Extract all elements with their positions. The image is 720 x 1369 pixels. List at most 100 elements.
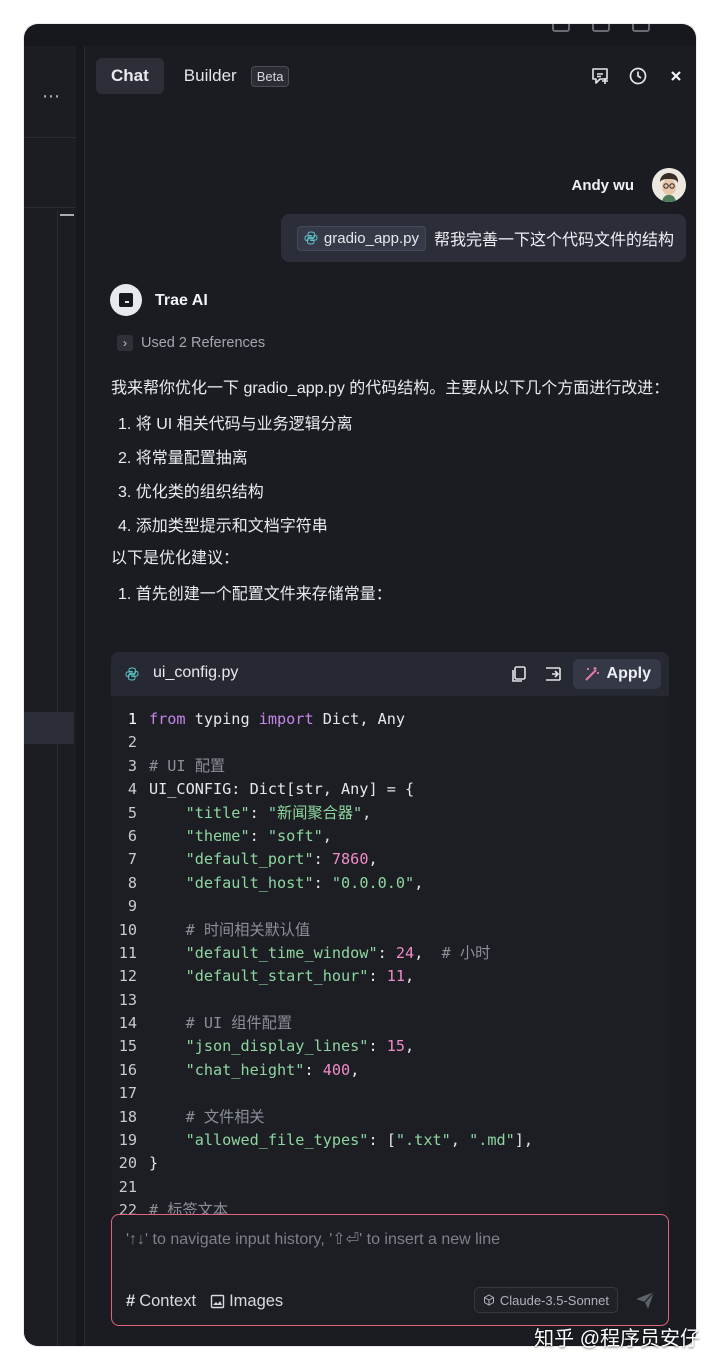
code-line: 17 xyxy=(111,1082,669,1105)
line-number: 3 xyxy=(127,756,137,775)
assistant-name: Trae AI xyxy=(155,292,208,309)
close-icon[interactable] xyxy=(666,66,686,86)
code-line: 21 xyxy=(111,1176,669,1199)
code-editor[interactable]: 1 from typing import Dict, Any 2 3 # UI 配置… xyxy=(111,696,669,1224)
list-item: 1. 将 UI 相关代码与业务逻辑分离 xyxy=(118,416,353,433)
line-number: 6 xyxy=(127,826,137,845)
python-file-icon xyxy=(125,667,139,681)
user-message-text: 帮我完善一下这个代码文件的结构 xyxy=(433,232,674,249)
code-line: 9 xyxy=(111,895,669,918)
user-avatar xyxy=(652,168,686,202)
history-icon[interactable] xyxy=(628,66,648,86)
tab-chat[interactable]: Chat xyxy=(96,58,164,94)
sidebar-icon[interactable] xyxy=(632,24,650,32)
code-line: 11 "default_time_window": 24, # 小时 xyxy=(111,942,669,965)
code-line: 19 "allowed_file_types": [".txt", ".md"]… xyxy=(111,1129,669,1152)
hash-icon: # xyxy=(126,1292,136,1310)
code-line: 3 # UI 配置 xyxy=(111,755,669,778)
code-line: 20} xyxy=(111,1152,669,1175)
editor-strip: ⋯ xyxy=(24,46,76,1346)
more-icon[interactable]: ⋯ xyxy=(42,86,61,107)
code-line: 7 "default_port": 7860, xyxy=(111,848,669,871)
line-number: 8 xyxy=(127,873,137,892)
assistant-answer: 我来帮你优化一下 gradio_app.py 的代码结构。主要从以下几个方面进行… xyxy=(111,374,671,612)
chat-panel: Chat Builder Beta Andy wu gradio_app.py … xyxy=(84,46,696,1346)
line-number: 12 xyxy=(118,967,137,986)
editor-divider xyxy=(57,210,58,1346)
tab-builder-label: Builder xyxy=(183,66,237,85)
suggestion-title: 以下是优化建议： xyxy=(111,550,240,567)
line-number: 4 xyxy=(127,780,137,799)
apply-label: Apply xyxy=(606,665,651,682)
line-number: 9 xyxy=(127,897,137,916)
insert-icon[interactable] xyxy=(543,664,563,689)
line-number: 19 xyxy=(118,1131,137,1150)
code-line: 15 "json_display_lines": 15, xyxy=(111,1035,669,1058)
line-number: 5 xyxy=(127,803,137,822)
copy-icon[interactable] xyxy=(509,664,529,689)
beta-badge: Beta xyxy=(250,65,290,87)
new-chat-icon[interactable] xyxy=(590,66,610,86)
code-line: 10 # 时间相关默认值 xyxy=(111,919,669,942)
code-line: 14 # UI 组件配置 xyxy=(111,1012,669,1035)
editor-toolbar xyxy=(24,138,76,208)
code-line: 16 "chat_height": 400, xyxy=(111,1059,669,1082)
send-icon[interactable] xyxy=(634,1289,656,1311)
list-item: 2. 将常量配置抽离 xyxy=(118,450,248,467)
code-line: 4 UI_CONFIG: Dict[str, Any] = { xyxy=(111,778,669,801)
python-file-icon xyxy=(304,231,318,245)
line-number: 17 xyxy=(118,1084,137,1103)
code-block: ui_config.py Apply 1 from typing import D… xyxy=(111,652,669,1224)
line-number: 11 xyxy=(118,943,137,962)
file-chip[interactable]: gradio_app.py xyxy=(296,225,426,251)
line-number: 15 xyxy=(118,1037,137,1056)
step-list: 1. 首先创建一个配置文件来存储常量： xyxy=(111,578,671,612)
apply-button[interactable]: Apply xyxy=(572,659,661,689)
collapse-icon[interactable] xyxy=(60,214,74,216)
code-block-header: ui_config.py Apply xyxy=(111,652,669,696)
line-number: 20 xyxy=(118,1154,137,1173)
model-label: Claude-3.5-Sonnet xyxy=(499,1292,609,1308)
line-number: 7 xyxy=(127,850,137,869)
chat-input[interactable]: '↑↓' to navigate input history, '⇧⏎' to … xyxy=(111,1214,669,1326)
code-line: 12 "default_start_hour": 11, xyxy=(111,965,669,988)
magic-wand-icon xyxy=(584,667,599,681)
chevron-right-icon: › xyxy=(117,335,133,351)
image-icon xyxy=(210,1294,225,1309)
code-line: 1 from typing import Dict, Any xyxy=(111,708,669,731)
app-window: ⋯ Chat Builder Beta Andy wu gradio_app.p… xyxy=(24,24,696,1346)
titlebar-icons xyxy=(552,24,650,32)
improvement-list: 1. 将 UI 相关代码与业务逻辑分离 2. 将常量配置抽离 3. 优化类的组织… xyxy=(111,408,671,544)
line-number: 2 xyxy=(127,733,137,752)
context-button[interactable]: # Context xyxy=(126,1292,196,1311)
code-line: 5 "title": "新闻聚合器", xyxy=(111,802,669,825)
answer-intro: 我来帮你优化一下 gradio_app.py 的代码结构。主要从以下几个方面进行… xyxy=(111,380,670,397)
line-number: 16 xyxy=(118,1060,137,1079)
model-selector[interactable]: Claude-3.5-Sonnet xyxy=(473,1287,618,1313)
images-button[interactable]: Images xyxy=(210,1292,283,1311)
user-name: Andy wu xyxy=(571,177,635,194)
selected-line xyxy=(24,712,74,744)
code-line: 18 # 文件相关 xyxy=(111,1106,669,1129)
panel-icon[interactable] xyxy=(592,24,610,32)
list-item: 1. 首先创建一个配置文件来存储常量： xyxy=(118,586,392,603)
line-number: 13 xyxy=(118,990,137,1009)
code-filename: ui_config.py xyxy=(153,664,239,681)
list-item: 4. 添加类型提示和文档字符串 xyxy=(118,518,328,535)
line-number: 1 xyxy=(127,710,137,728)
file-chip-label: gradio_app.py xyxy=(323,229,419,247)
header-actions xyxy=(590,66,686,86)
panel-tabs: Chat Builder Beta xyxy=(96,58,290,94)
line-number: 18 xyxy=(118,1107,137,1126)
tab-builder[interactable]: Builder xyxy=(172,58,243,94)
references-toggle[interactable]: › Used 2 References xyxy=(117,335,265,351)
code-line: 13 xyxy=(111,989,669,1012)
chat-input-placeholder: '↑↓' to navigate input history, '⇧⏎' to … xyxy=(126,1231,501,1248)
line-number: 10 xyxy=(118,920,137,939)
user-message-bubble: gradio_app.py 帮我完善一下这个代码文件的结构 xyxy=(280,214,686,262)
layout-icon[interactable] xyxy=(552,24,570,32)
list-item: 3. 优化类的组织结构 xyxy=(118,484,264,501)
code-line: 8 "default_host": "0.0.0.0", xyxy=(111,872,669,895)
images-label: Images xyxy=(229,1292,284,1310)
context-label: Context xyxy=(139,1292,197,1310)
